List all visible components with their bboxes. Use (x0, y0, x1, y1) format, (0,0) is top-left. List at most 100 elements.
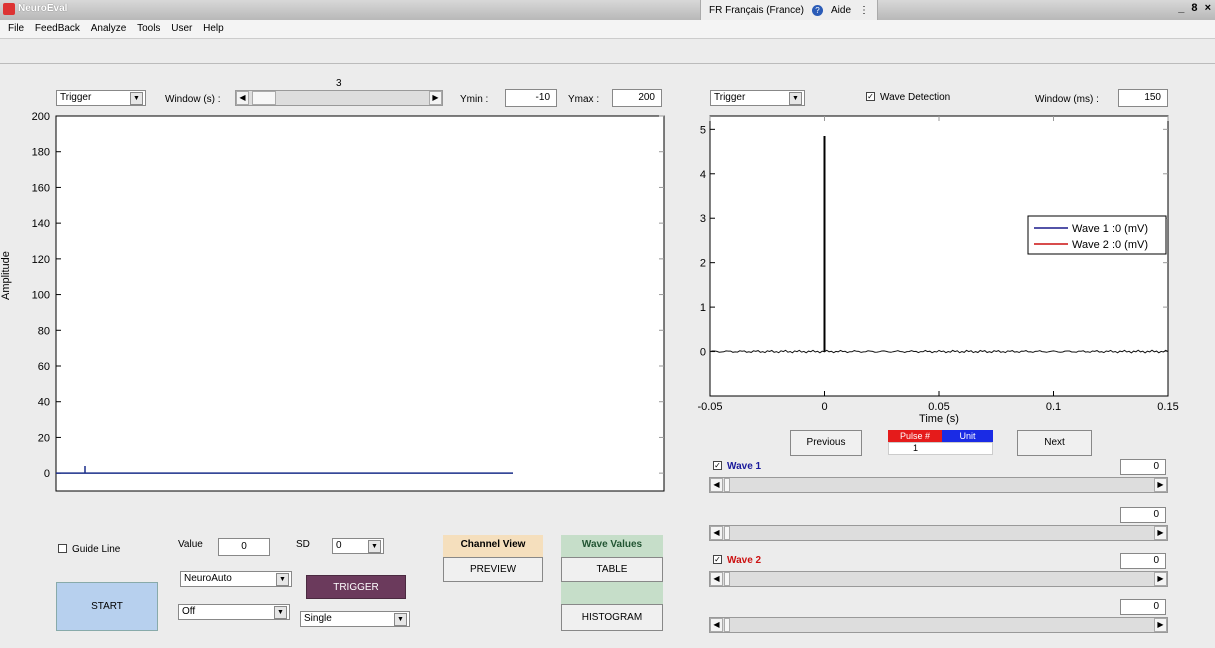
sd-label: SD (296, 539, 310, 550)
y-tick-label: 60 (38, 361, 50, 373)
ymin-input[interactable]: -10 (505, 89, 557, 107)
y-tick-label: 180 (32, 147, 50, 159)
menu-tools[interactable]: Tools (137, 23, 160, 34)
value-label: Value (178, 539, 203, 550)
x-tick-label: 0.05 (928, 401, 949, 413)
chevron-down-icon[interactable]: ▼ (368, 540, 381, 553)
left-trigger-select[interactable]: Trigger ▼ (56, 90, 146, 106)
y-tick-label: 5 (700, 124, 706, 136)
start-button[interactable]: START (56, 582, 158, 631)
slider-right-arrow-icon[interactable]: ▶ (429, 91, 442, 105)
mode-select-value: NeuroAuto (184, 573, 232, 584)
slider-left-arrow-icon[interactable]: ◀ (710, 526, 723, 540)
guide-line-checkbox[interactable] (58, 544, 67, 553)
menu-file[interactable]: File (8, 23, 24, 34)
x-tick-label: -0.05 (697, 401, 722, 413)
preview-button[interactable]: PREVIEW (443, 557, 543, 582)
legend-label: Wave 2 :0 (mV) (1072, 239, 1148, 251)
y-tick-label: 0 (700, 347, 706, 359)
histogram-button[interactable]: HISTOGRAM (561, 604, 663, 631)
slider-right-arrow-icon[interactable]: ▶ (1154, 478, 1167, 492)
menu-feedback[interactable]: FeedBack (35, 23, 80, 34)
off-select[interactable]: Off ▼ (178, 604, 290, 620)
menu-analyze[interactable]: Analyze (91, 23, 127, 34)
slider-thumb[interactable] (724, 526, 730, 540)
sd-select[interactable]: 0 ▼ (332, 538, 384, 554)
amplitude-axis-label: Amplitude (0, 251, 12, 300)
next-button[interactable]: Next (1017, 430, 1092, 456)
y-tick-label: 2 (700, 258, 706, 270)
wave2b-value[interactable]: 0 (1120, 599, 1166, 615)
slider-thumb[interactable] (724, 618, 730, 632)
chevron-down-icon[interactable]: ▼ (276, 573, 289, 586)
single-select-value: Single (304, 613, 332, 624)
chevron-down-icon[interactable]: ▼ (394, 613, 407, 626)
language-indicator[interactable]: FR Français (France) (709, 5, 804, 16)
previous-button[interactable]: Previous (790, 430, 862, 456)
y-tick-label: 120 (32, 254, 50, 266)
wave1b-value[interactable]: 0 (1120, 507, 1166, 523)
slider-right-arrow-icon[interactable]: ▶ (1154, 572, 1167, 586)
value-input[interactable]: 0 (218, 538, 270, 556)
wave1-value[interactable]: 0 (1120, 459, 1166, 475)
wave1-checkbox[interactable]: ✓ (713, 461, 722, 470)
chevron-down-icon[interactable]: ▼ (130, 92, 143, 105)
slider-left-arrow-icon[interactable]: ◀ (710, 572, 723, 586)
wave2b-slider[interactable]: ◀ ▶ (709, 617, 1168, 633)
chevron-down-icon[interactable]: ▼ (789, 92, 802, 105)
slider-left-arrow-icon[interactable]: ◀ (710, 478, 723, 492)
amplitude-chart: 200 180 160 140 120 100 80 60 40 20 0 (10, 108, 670, 503)
wave1-slider[interactable]: ◀ ▶ (709, 477, 1168, 493)
window-ms-input[interactable]: 150 (1118, 89, 1168, 107)
wave2-slider[interactable]: ◀ ▶ (709, 571, 1168, 587)
channel-view-header: Channel View (443, 535, 543, 557)
y-tick-label: 40 (38, 397, 50, 409)
window-seconds-slider[interactable]: ◀ ▶ (235, 90, 443, 106)
help-label[interactable]: Aide (831, 5, 851, 16)
slider-thumb[interactable] (724, 572, 730, 586)
options-icon[interactable]: ⋮ (859, 5, 869, 16)
y-tick-label: 4 (700, 169, 706, 181)
window-ms-label: Window (ms) : (1035, 94, 1099, 105)
y-tick-label: 80 (38, 325, 50, 337)
y-tick-label: 100 (32, 290, 50, 302)
slider-left-arrow-icon[interactable]: ◀ (710, 618, 723, 632)
window-seconds-value: 3 (336, 78, 342, 89)
right-trigger-select[interactable]: Trigger ▼ (710, 90, 805, 106)
slider-right-arrow-icon[interactable]: ▶ (1154, 618, 1167, 632)
slider-left-arrow-icon[interactable]: ◀ (236, 91, 249, 105)
ymax-input[interactable]: 200 (612, 89, 662, 107)
y-tick-label: 0 (44, 468, 50, 480)
wave1b-slider[interactable]: ◀ ▶ (709, 525, 1168, 541)
pulse-header: Pulse # (888, 430, 942, 442)
y-tick-label: 1 (700, 302, 706, 314)
wave-chart-svg: 5 4 3 2 1 0 -0.05 0 0.05 0.1 0.15 Time (s) Wave 1 :0… (697, 115, 1179, 425)
x-axis-label: Time (s) (919, 413, 959, 425)
trigger-button[interactable]: TRIGGER (306, 575, 406, 599)
slider-thumb[interactable] (724, 478, 730, 492)
table-button[interactable]: TABLE (561, 557, 663, 582)
wave2-value[interactable]: 0 (1120, 553, 1166, 569)
window-controls[interactable]: _ 8 × (1178, 2, 1213, 14)
y-tick-label: 140 (32, 218, 50, 230)
wave-chart: 5 4 3 2 1 0 -0.05 0 0.05 0.1 0.15 Time (s) Wave 1 :0… (690, 108, 1210, 433)
single-select[interactable]: Single ▼ (300, 611, 410, 627)
chevron-down-icon[interactable]: ▼ (274, 606, 287, 619)
unit-header: Unit (942, 430, 993, 442)
guide-line-label: Guide Line (72, 544, 121, 555)
language-bar[interactable]: FR Français (France) ? Aide ⋮ (700, 0, 879, 20)
help-icon[interactable]: ? (812, 4, 824, 16)
menu-user[interactable]: User (171, 23, 192, 34)
x-tick-label: 0 (821, 401, 827, 413)
wave1-label: Wave 1 (727, 461, 762, 472)
y-tick-label: 3 (700, 213, 706, 225)
slider-thumb[interactable] (252, 91, 276, 105)
wave-values-spacer (561, 582, 663, 604)
legend-label: Wave 1 :0 (mV) (1072, 223, 1148, 235)
plot-area (709, 115, 1169, 397)
mode-select[interactable]: NeuroAuto ▼ (180, 571, 292, 587)
wave2-checkbox[interactable]: ✓ (713, 555, 722, 564)
slider-right-arrow-icon[interactable]: ▶ (1154, 526, 1167, 540)
wave-detection-checkbox[interactable]: ✓ (866, 92, 875, 101)
menu-help[interactable]: Help (203, 23, 224, 34)
